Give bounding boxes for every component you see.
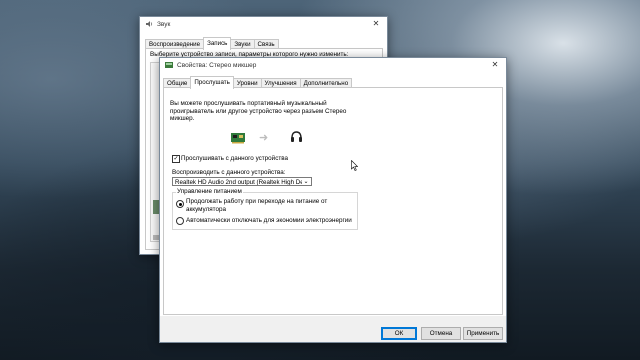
chevron-down-icon: ⌄ xyxy=(302,178,310,185)
ok-button[interactable]: ОК xyxy=(381,327,417,340)
tab-listen[interactable]: Прослушать xyxy=(190,76,234,89)
playback-device-value: Realtek HD Audio 2nd output (Realtek Hig… xyxy=(175,179,306,186)
listen-description: Вы можете прослушивать портативный музык… xyxy=(170,100,347,122)
power-auto-off-label[interactable]: Автоматически отключать для экономии эле… xyxy=(186,217,356,225)
mouse-cursor-icon xyxy=(351,159,359,171)
arrow-icon: ➜ xyxy=(259,132,269,144)
cancel-button[interactable]: Отмена xyxy=(421,327,461,340)
properties-window: Свойства: Стерео микшер ✕ Общие Прослуша… xyxy=(159,57,507,343)
headphones-icon xyxy=(290,130,303,144)
sound-window-title: Звук xyxy=(157,20,171,28)
tab-recording[interactable]: Запись xyxy=(203,37,232,50)
listen-tab-panel: Вы можете прослушивать портативный музык… xyxy=(163,87,503,315)
properties-window-titlebar[interactable]: Свойства: Стерео микшер ✕ xyxy=(160,58,506,72)
sound-window-titlebar[interactable]: Звук ✕ xyxy=(140,17,387,31)
listen-checkbox-label[interactable]: Прослушивать с данного устройства xyxy=(181,155,288,163)
playback-label: Воспроизводить с данного устройства: xyxy=(172,169,286,176)
sound-window-close-button[interactable]: ✕ xyxy=(367,18,385,30)
power-auto-off-radio[interactable] xyxy=(176,217,184,225)
power-management-group: Управление питанием Продолжать работу пр… xyxy=(172,188,358,230)
speaker-icon xyxy=(145,20,153,28)
power-continue-radio[interactable] xyxy=(176,200,184,208)
properties-window-close-button[interactable]: ✕ xyxy=(486,59,504,71)
button-bar: ОК Отмена Применить xyxy=(160,316,506,342)
mixer-icon xyxy=(165,62,173,68)
power-continue-label[interactable]: Продолжать работу при переходе на питани… xyxy=(186,198,351,213)
playback-device-select[interactable]: Realtek HD Audio 2nd output (Realtek Hig… xyxy=(172,177,312,186)
sound-card-icon xyxy=(230,132,246,144)
power-management-label: Управление питанием xyxy=(176,188,243,195)
properties-window-title: Свойства: Стерео микшер xyxy=(177,61,257,69)
apply-button[interactable]: Применить xyxy=(463,327,503,340)
listen-checkbox[interactable]: ✓ xyxy=(172,155,180,163)
